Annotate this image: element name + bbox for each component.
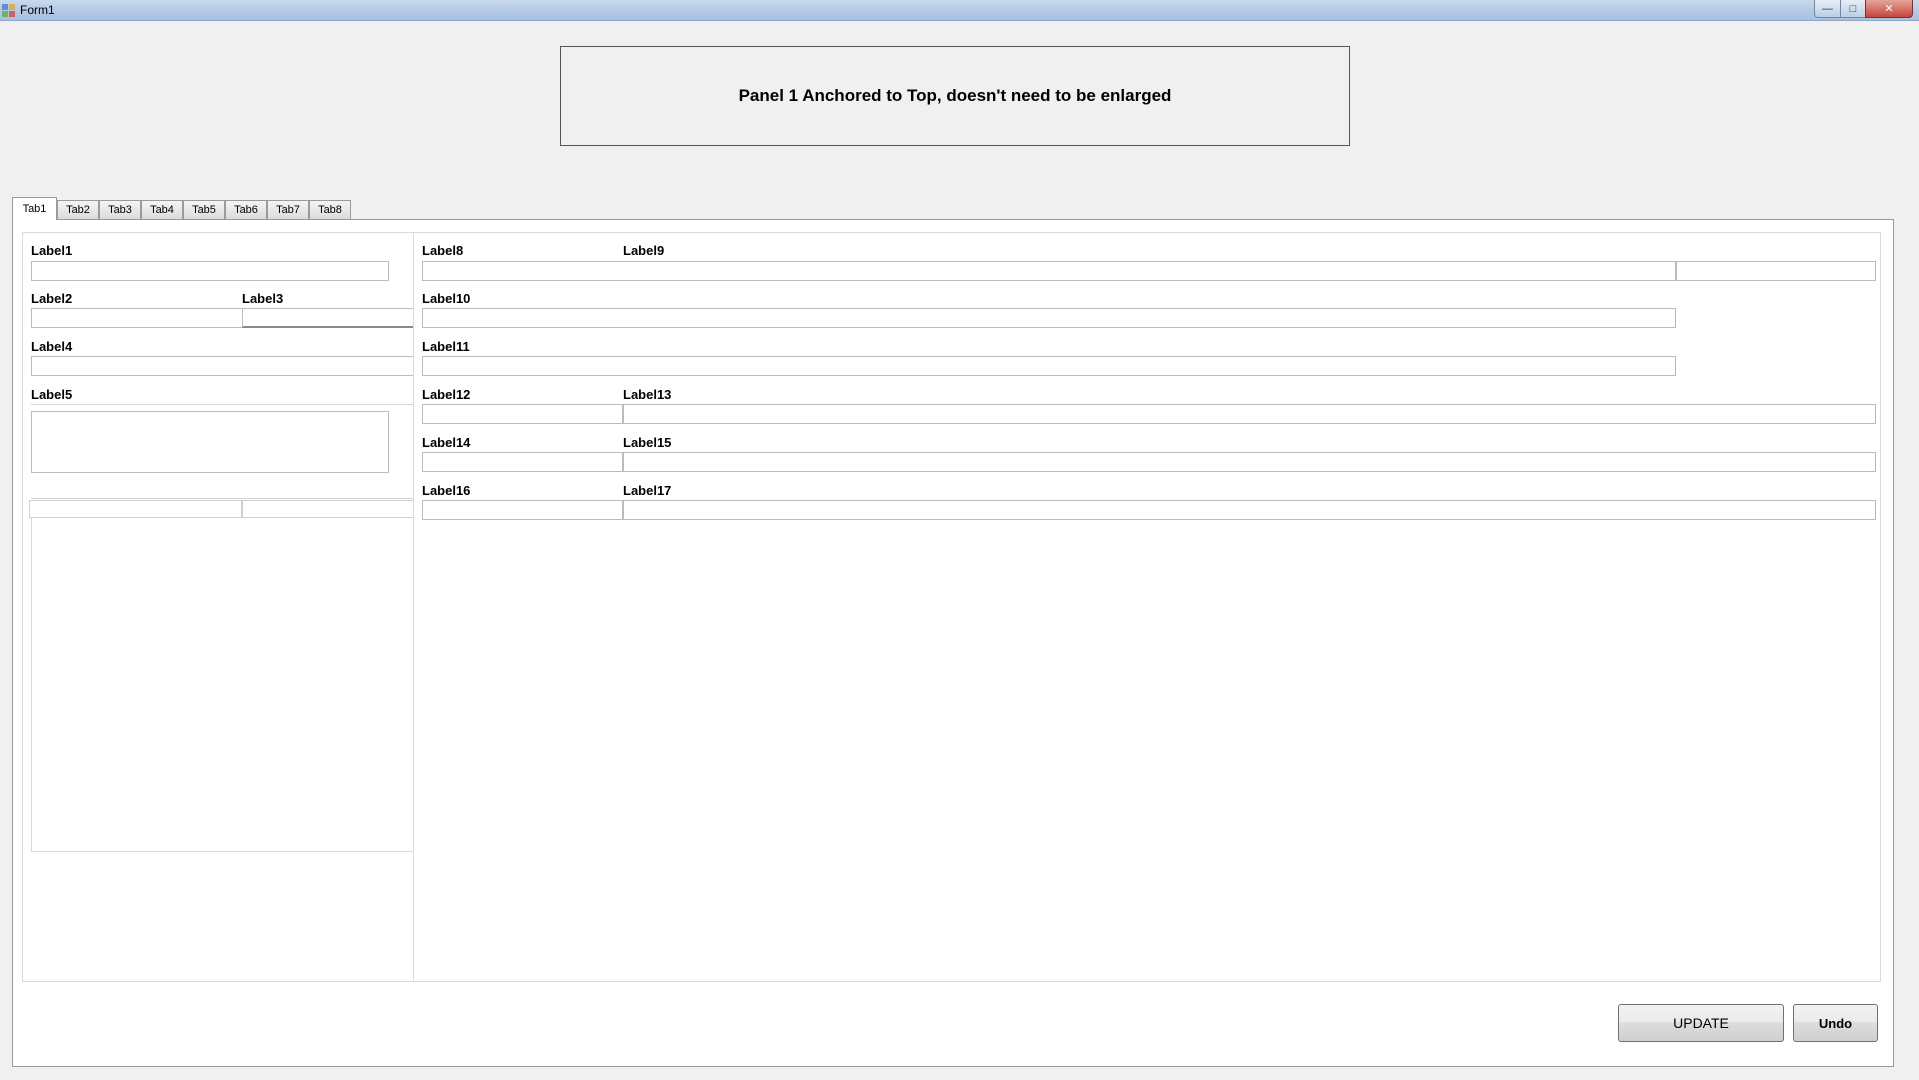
close-button[interactable]: ✕ bbox=[1865, 0, 1913, 18]
tab-label: Tab1 bbox=[22, 203, 47, 215]
label8: Label8 bbox=[422, 243, 464, 258]
textbox10[interactable] bbox=[422, 308, 1676, 328]
label14: Label14 bbox=[422, 435, 471, 450]
tab-4[interactable]: Tab4 bbox=[141, 200, 183, 219]
textbox4[interactable] bbox=[31, 356, 414, 376]
textbox16[interactable] bbox=[422, 500, 623, 520]
tab-6[interactable]: Tab6 bbox=[225, 200, 267, 219]
textbox17[interactable] bbox=[623, 500, 1876, 520]
app-icon bbox=[2, 4, 15, 17]
tab-label: Tab8 bbox=[318, 204, 342, 216]
tab-label: Tab7 bbox=[276, 204, 300, 216]
label1: Label1 bbox=[31, 243, 73, 258]
maximize-button[interactable]: □ bbox=[1840, 0, 1866, 18]
tab-1[interactable]: Tab1 bbox=[12, 197, 57, 220]
tab-8[interactable]: Tab8 bbox=[309, 200, 351, 219]
left-lower-area bbox=[31, 518, 414, 852]
panel1-text: Panel 1 Anchored to Top, doesn't need to… bbox=[738, 86, 1172, 105]
tab-label: Tab3 bbox=[108, 204, 132, 216]
tab-2[interactable]: Tab2 bbox=[57, 200, 99, 219]
textbox9[interactable] bbox=[1676, 261, 1876, 281]
title-bar[interactable] bbox=[0, 0, 1919, 21]
maximize-icon: □ bbox=[1849, 2, 1857, 15]
tab-7[interactable]: Tab7 bbox=[267, 200, 309, 219]
textbox11[interactable] bbox=[422, 356, 1676, 376]
tab-label: Tab4 bbox=[150, 204, 174, 216]
label2: Label2 bbox=[31, 291, 73, 306]
label10: Label10 bbox=[422, 291, 471, 306]
left-grid-cell-1[interactable] bbox=[29, 500, 242, 518]
minimize-button[interactable]: — bbox=[1814, 0, 1841, 18]
tab-label: Tab5 bbox=[192, 204, 216, 216]
tab-label: Tab2 bbox=[66, 204, 90, 216]
tab-3[interactable]: Tab3 bbox=[99, 200, 141, 219]
label16: Label16 bbox=[422, 483, 471, 498]
left-grid-cell-2[interactable] bbox=[242, 500, 414, 518]
textbox1[interactable] bbox=[31, 261, 389, 281]
label5: Label5 bbox=[31, 387, 73, 402]
label9: Label9 bbox=[623, 243, 665, 258]
label3: Label3 bbox=[242, 291, 284, 306]
textbox8[interactable] bbox=[422, 261, 1676, 281]
close-icon: ✕ bbox=[1884, 3, 1894, 15]
label15: Label15 bbox=[623, 435, 672, 450]
textbox12[interactable] bbox=[422, 404, 623, 424]
tab-label: Tab6 bbox=[234, 204, 258, 216]
textbox2[interactable] bbox=[31, 308, 243, 328]
textbox5-multiline[interactable] bbox=[31, 411, 389, 473]
undo-button[interactable]: Undo bbox=[1793, 1004, 1878, 1042]
textbox13[interactable] bbox=[623, 404, 1876, 424]
panel1: Panel 1 Anchored to Top, doesn't need to… bbox=[560, 46, 1350, 146]
label11: Label11 bbox=[422, 339, 470, 354]
textbox15[interactable] bbox=[623, 452, 1876, 472]
window-title: Form1 bbox=[20, 3, 55, 17]
minimize-icon: — bbox=[1822, 2, 1833, 15]
divider bbox=[31, 404, 414, 405]
label12: Label12 bbox=[422, 387, 471, 402]
right-panel bbox=[413, 232, 1881, 982]
label4: Label4 bbox=[31, 339, 73, 354]
textbox3[interactable] bbox=[242, 308, 414, 328]
divider bbox=[31, 498, 414, 499]
textbox14[interactable] bbox=[422, 452, 623, 472]
update-button[interactable]: UPDATE bbox=[1618, 1004, 1784, 1042]
tab-5[interactable]: Tab5 bbox=[183, 200, 225, 219]
label13: Label13 bbox=[623, 387, 672, 402]
label17: Label17 bbox=[623, 483, 672, 498]
